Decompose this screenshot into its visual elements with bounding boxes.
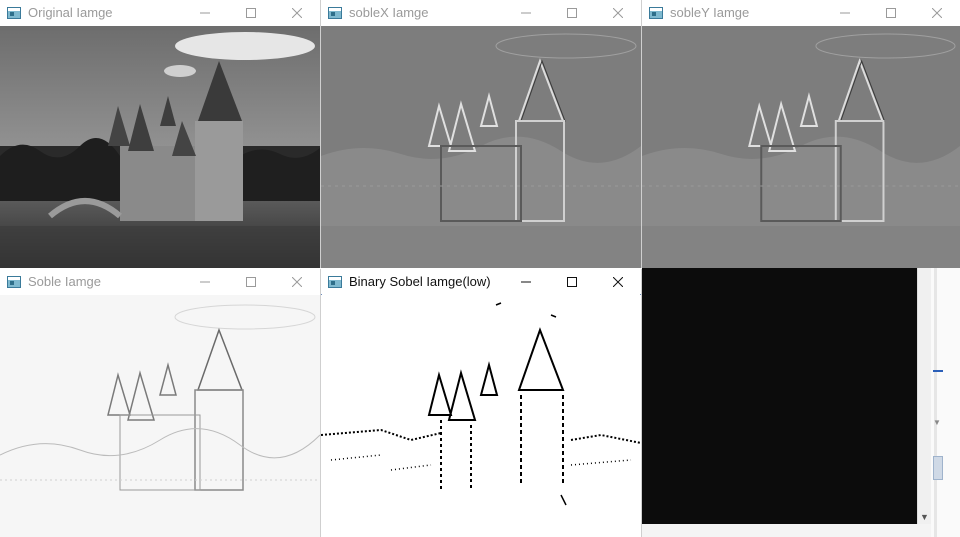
window-sobelx-image[interactable]: sobleX Iamge xyxy=(321,0,641,268)
terminal-panel[interactable] xyxy=(642,268,917,524)
maximize-button[interactable] xyxy=(228,0,274,25)
image-sobely xyxy=(642,26,960,268)
chevron-down-icon: ▼ xyxy=(933,418,941,427)
window-title: sobleY Iamge xyxy=(670,5,750,20)
window-sobel-image[interactable]: Soble Iamge xyxy=(0,269,320,537)
opencv-window-icon xyxy=(7,6,21,19)
maximize-icon xyxy=(567,276,577,287)
close-button[interactable] xyxy=(274,0,320,25)
scroll-down-button[interactable]: ▼ xyxy=(918,510,931,524)
background-console-region: ▼ ▼ xyxy=(642,268,960,537)
close-icon xyxy=(292,276,302,287)
close-icon xyxy=(292,7,302,18)
window-original-image[interactable]: Original Iamge xyxy=(0,0,320,268)
window-title: Binary Sobel Iamge(low) xyxy=(349,274,491,289)
close-button[interactable] xyxy=(595,269,641,294)
window-title: sobleX Iamge xyxy=(349,5,429,20)
close-button[interactable] xyxy=(274,269,320,294)
image-binary-sobel xyxy=(321,295,641,537)
close-button[interactable] xyxy=(914,0,960,25)
maximize-button[interactable] xyxy=(549,0,595,25)
minimize-icon xyxy=(200,12,210,13)
maximize-button[interactable] xyxy=(549,269,595,294)
opencv-window-icon xyxy=(328,275,342,288)
strip-box xyxy=(933,456,943,480)
minimize-button[interactable] xyxy=(182,0,228,25)
opencv-window-icon xyxy=(7,275,21,288)
side-strip: ▼ xyxy=(931,268,960,537)
strip-line xyxy=(934,268,937,537)
window-title: Original Iamge xyxy=(28,5,113,20)
chevron-down-icon: ▼ xyxy=(920,512,929,522)
image-sobel xyxy=(0,295,320,537)
minimize-icon xyxy=(200,281,210,282)
close-button[interactable] xyxy=(595,0,641,25)
window-title: Soble Iamge xyxy=(28,274,101,289)
minimize-icon xyxy=(521,281,531,282)
close-icon xyxy=(613,7,623,18)
minimize-icon xyxy=(840,12,850,13)
maximize-icon xyxy=(246,276,256,287)
strip-blue-marker xyxy=(933,370,943,372)
close-icon xyxy=(613,276,623,287)
maximize-icon xyxy=(886,7,896,18)
minimize-button[interactable] xyxy=(503,269,549,294)
opencv-window-icon xyxy=(328,6,342,19)
minimize-button[interactable] xyxy=(182,269,228,294)
window-sobely-image[interactable]: sobleY Iamge xyxy=(642,0,960,268)
maximize-icon xyxy=(246,7,256,18)
close-icon xyxy=(932,7,942,18)
minimize-button[interactable] xyxy=(822,0,868,25)
image-original xyxy=(0,26,320,268)
opencv-window-icon xyxy=(649,6,663,19)
vertical-scrollbar[interactable]: ▼ xyxy=(917,268,931,524)
window-binary-sobel-image[interactable]: Binary Sobel Iamge(low) xyxy=(321,269,641,537)
maximize-icon xyxy=(567,7,577,18)
maximize-button[interactable] xyxy=(868,0,914,25)
maximize-button[interactable] xyxy=(228,269,274,294)
minimize-button[interactable] xyxy=(503,0,549,25)
minimize-icon xyxy=(521,12,531,13)
image-sobelx xyxy=(321,26,641,268)
